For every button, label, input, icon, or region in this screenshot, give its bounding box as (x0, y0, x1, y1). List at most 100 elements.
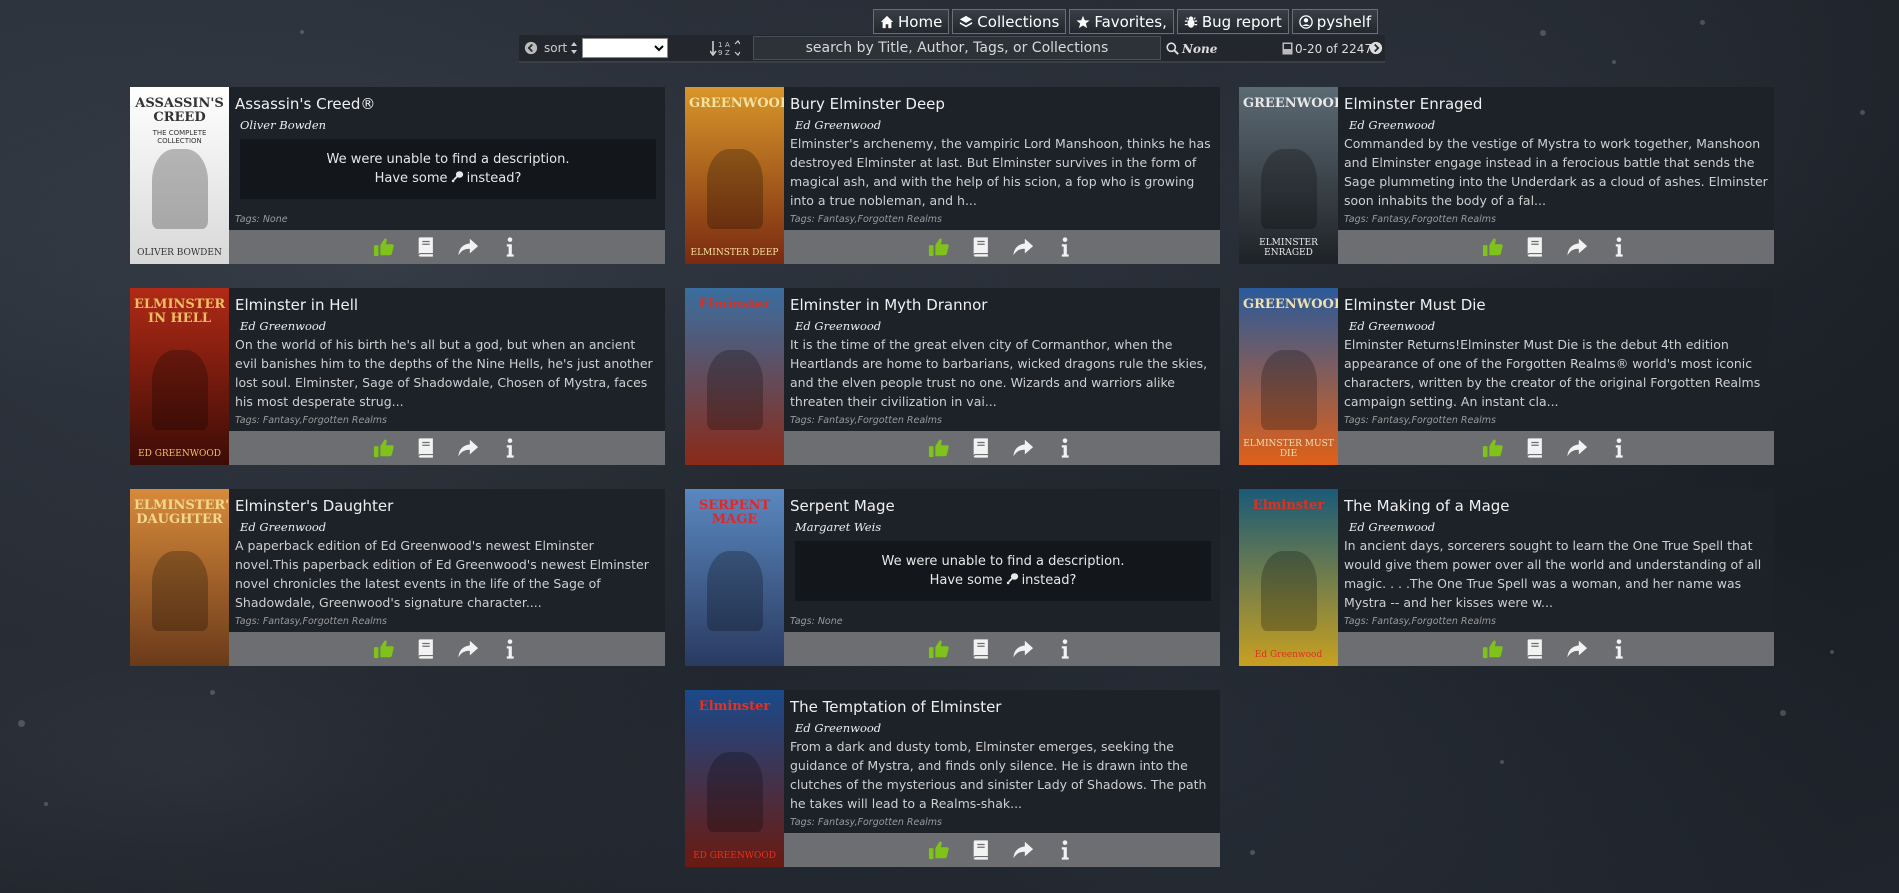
like-button[interactable] (927, 838, 951, 862)
book-author[interactable]: Ed Greenwood (1349, 118, 1435, 132)
like-button[interactable] (927, 637, 951, 661)
book-cover[interactable]: SERPENT MAGE (685, 489, 784, 666)
read-button[interactable] (969, 436, 993, 460)
nav-bug-report[interactable]: Bug report (1176, 9, 1289, 34)
book-author[interactable]: Ed Greenwood (795, 721, 881, 735)
no-description-line2: Have some instead? (795, 571, 1211, 590)
info-button[interactable] (1607, 637, 1631, 661)
book-author[interactable]: Ed Greenwood (795, 118, 881, 132)
book-cover[interactable]: ELMINSTER IN HELL ED GREENWOOD (130, 288, 229, 465)
read-button[interactable] (969, 637, 993, 661)
cover-title: GREENWOOD (689, 96, 784, 111)
info-button[interactable] (1053, 637, 1077, 661)
book-cover[interactable]: GREENWOOD ELMINSTER MUST DIE (1239, 288, 1338, 465)
no-description-text: instead? (1021, 573, 1077, 588)
read-button[interactable] (969, 838, 993, 862)
share-button[interactable] (456, 436, 480, 460)
book-actions (229, 230, 665, 264)
book-title[interactable]: Elminster in Myth Drannor (790, 296, 987, 314)
share-button[interactable] (1011, 436, 1035, 460)
book-cover[interactable]: Elminster ED GREENWOOD (685, 690, 784, 867)
info-button[interactable] (498, 235, 522, 259)
book-tags: Tags: Fantasy,Forgotten Realms (790, 214, 943, 225)
prev-arrow-icon[interactable] (524, 41, 538, 55)
book-title[interactable]: Serpent Mage (790, 497, 895, 515)
cover-title: SERPENT MAGE (698, 498, 771, 527)
like-button[interactable] (1481, 637, 1505, 661)
like-button[interactable] (927, 235, 951, 259)
info-button[interactable] (1053, 436, 1077, 460)
book-cover[interactable]: ASSASSIN'S CREED THE COMPLETE COLLECTION O… (130, 87, 229, 264)
read-book-icon (418, 639, 433, 659)
cover-footer: ELMINSTER DEEP (690, 248, 779, 258)
book-author[interactable]: Ed Greenwood (240, 520, 326, 534)
book-cover[interactable]: Elminster Ed Greenwood (1239, 489, 1338, 666)
read-button[interactable] (969, 235, 993, 259)
next-arrow-icon[interactable] (1369, 41, 1383, 55)
share-button[interactable] (1011, 235, 1035, 259)
book-author[interactable]: Oliver Bowden (240, 118, 326, 132)
nav-collections[interactable]: Collections (952, 9, 1067, 34)
sort-select[interactable] (582, 38, 669, 58)
like-button[interactable] (927, 436, 951, 460)
share-button[interactable] (456, 637, 480, 661)
share-button[interactable] (1011, 637, 1035, 661)
book-title[interactable]: The Making of a Mage (1344, 497, 1510, 515)
book-tags: Tags: Fantasy,Forgotten Realms (1344, 415, 1497, 426)
book-title[interactable]: Bury Elminster Deep (790, 95, 945, 113)
nav-user[interactable]: pyshelf (1291, 9, 1379, 34)
book-cover[interactable]: Elminster (685, 288, 784, 465)
like-button[interactable] (372, 637, 396, 661)
like-button[interactable] (372, 436, 396, 460)
book-description: It is the time of the great elven city o… (790, 337, 1208, 409)
book-tags: Tags: None (790, 616, 843, 627)
book-title[interactable]: Elminster in Hell (235, 296, 358, 314)
cover-footer: Ed Greenwood (1254, 650, 1323, 660)
share-button[interactable] (1565, 235, 1589, 259)
share-icon (1567, 640, 1588, 658)
info-button[interactable] (1607, 436, 1631, 460)
read-button[interactable] (1523, 436, 1547, 460)
book-author[interactable]: Margaret Weis (795, 520, 881, 534)
like-button[interactable] (1481, 436, 1505, 460)
nav-home[interactable]: Home (873, 9, 950, 34)
search-icon[interactable] (1166, 42, 1179, 55)
book-author[interactable]: Ed Greenwood (795, 319, 881, 333)
book-title[interactable]: The Temptation of Elminster (790, 698, 1001, 716)
like-button[interactable] (1481, 235, 1505, 259)
nav-favorites[interactable]: Favorites, (1069, 9, 1174, 34)
share-button[interactable] (1565, 436, 1589, 460)
share-button[interactable] (456, 235, 480, 259)
book-cover[interactable]: ELMINSTER'S DAUGHTER (130, 489, 229, 666)
book-card: SERPENT MAGE Serpent Mage Margaret Weis … (685, 489, 1220, 666)
book-cover[interactable]: GREENWOOD ELMINSTER ENRAGED (1239, 87, 1338, 264)
read-button[interactable] (414, 637, 438, 661)
info-button[interactable] (498, 637, 522, 661)
book-title[interactable]: Elminster's Daughter (235, 497, 393, 515)
read-button[interactable] (414, 235, 438, 259)
like-button[interactable] (372, 235, 396, 259)
sort-order-icon[interactable]: 19AZ (710, 40, 741, 56)
info-button[interactable] (1053, 838, 1077, 862)
search-input[interactable] (753, 36, 1161, 60)
info-button[interactable] (1607, 235, 1631, 259)
search-filter-value: None (1182, 42, 1218, 56)
cover-figure (152, 149, 208, 229)
book-cover[interactable]: GREENWOOD ELMINSTER DEEP (685, 87, 784, 264)
book-title[interactable]: Assassin's Creed® (235, 95, 375, 113)
share-button[interactable] (1011, 838, 1035, 862)
share-button[interactable] (1565, 637, 1589, 661)
book-title[interactable]: Elminster Enraged (1344, 95, 1482, 113)
info-button[interactable] (498, 436, 522, 460)
book-description: From a dark and dusty tomb, Elminster em… (790, 739, 1207, 811)
read-button[interactable] (414, 436, 438, 460)
book-author[interactable]: Ed Greenwood (240, 319, 326, 333)
book-author[interactable]: Ed Greenwood (1349, 319, 1435, 333)
read-button[interactable] (1523, 235, 1547, 259)
info-button[interactable] (1053, 235, 1077, 259)
book-title[interactable]: Elminster Must Die (1344, 296, 1486, 314)
book-tags: Tags: Fantasy,Forgotten Realms (235, 415, 388, 426)
share-icon (1013, 841, 1034, 859)
book-author[interactable]: Ed Greenwood (1349, 520, 1435, 534)
read-button[interactable] (1523, 637, 1547, 661)
